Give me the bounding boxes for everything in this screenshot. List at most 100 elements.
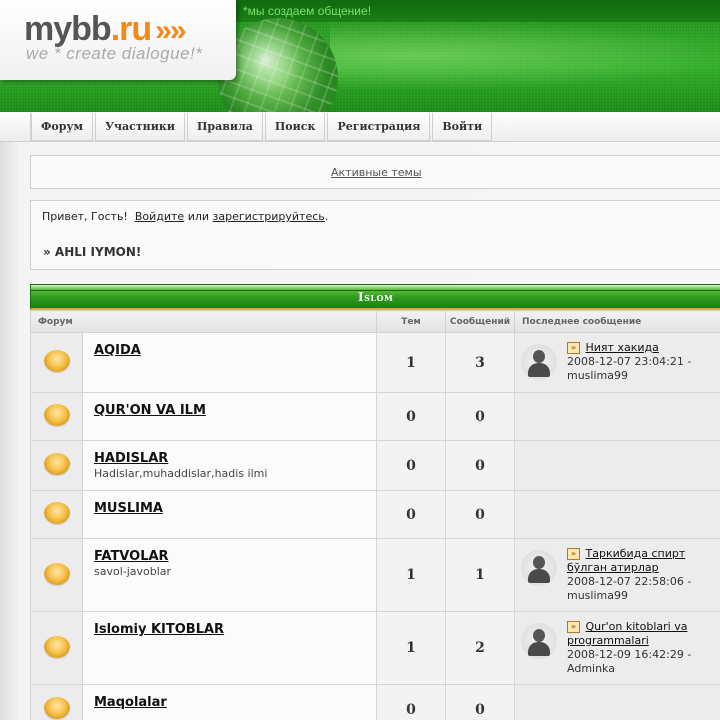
greeting-text: Привет, Гость! [42, 210, 128, 223]
last-post-cell: » Таркибида спирт бўлган атирлар 2008-12-… [514, 538, 720, 612]
last-post-link[interactable]: Таркибида спирт бўлган атирлар [567, 547, 685, 574]
board-title: » AHLI IYMON! [43, 245, 142, 259]
forum-description: savol-javoblar [94, 565, 172, 578]
posts-count: 0 [445, 684, 515, 720]
nav-search[interactable]: Поиск [264, 113, 326, 141]
last-post-cell: » Ният хакида 2008-12-07 23:04:21 - muslim… [514, 332, 720, 393]
topics-count: 1 [376, 611, 446, 685]
forum-status-icon [43, 697, 70, 719]
col-last-post: Последнее сообщение [514, 310, 720, 333]
category-title: Islom [358, 289, 394, 304]
last-post-cell [514, 490, 720, 539]
nav-forum[interactable]: Форум [31, 113, 94, 141]
active-topics-link[interactable]: Активные темы [331, 166, 422, 179]
forum-status-icon [43, 453, 70, 475]
forum-name-cell: HADISLAR Hadislar,muhaddislar,hadis ilmi [82, 440, 377, 491]
logo-tagline: we * create dialogue!* [26, 44, 203, 63]
col-forum: Форум [30, 310, 377, 333]
last-post-cell: » Qur'on kitoblari va programmalari 2008-… [514, 611, 720, 685]
category-header: Islom [30, 284, 720, 310]
forum-category: Islom Форум Тем Сообщений Последнее сооб… [30, 284, 720, 720]
forum-status-icon [43, 404, 70, 426]
last-post-cell [514, 440, 720, 491]
forum-row: MUSLIMA 0 0 [30, 490, 720, 539]
last-post-info: » Qur'on kitoblari va programmalari 2008-… [567, 620, 720, 676]
last-post-cell [514, 392, 720, 441]
go-to-post-icon[interactable]: » [567, 548, 580, 560]
forum-name-cell: MUSLIMA [82, 490, 377, 539]
welcome-box: Привет, Гость! Войдите или зарегистрируй… [30, 200, 720, 270]
last-post-author: Adminka [567, 662, 615, 675]
last-post-info: » Ният хакида 2008-12-07 23:04:21 - muslim… [567, 341, 691, 383]
forum-row: Islomiy KITOBLAR 1 2 » Qur'on kitoblari va … [30, 611, 720, 685]
site-header: *мы создаем общение! mybb.ru»» we * crea… [0, 0, 720, 112]
nav-rules[interactable]: Правила [187, 113, 263, 141]
last-post-cell [514, 684, 720, 720]
site-logo[interactable]: mybb.ru»» we * create dialogue!* [0, 0, 236, 80]
topics-count: 0 [376, 684, 446, 720]
forum-title-link[interactable]: MUSLIMA [94, 501, 163, 516]
avatar[interactable] [521, 550, 557, 586]
go-to-post-icon[interactable]: » [567, 621, 580, 633]
last-post-date: 2008-12-07 23:04:21 - [567, 355, 692, 368]
forum-title-link[interactable]: FATVOLAR [94, 549, 169, 564]
forum-status-icon [43, 350, 70, 372]
forum-row: Maqolalar 0 0 [30, 684, 720, 720]
forum-status-cell [30, 490, 83, 539]
nav-register[interactable]: Регистрация [327, 113, 431, 141]
forum-status-cell [30, 684, 83, 720]
globe-icon [218, 18, 338, 112]
last-post-info: » Таркибида спирт бўлган атирлар 2008-12-… [567, 547, 720, 603]
forum-status-icon [43, 502, 70, 524]
forum-row: QUR'ON VA ILM 0 0 [30, 392, 720, 441]
last-post-author: muslima99 [567, 369, 628, 382]
active-topics-box: Активные темы [30, 155, 720, 189]
last-post-date: 2008-12-09 16:42:29 - [567, 648, 692, 661]
topics-count: 1 [376, 538, 446, 612]
forum-table: Форум Тем Сообщений Последнее сообщение … [30, 310, 720, 720]
topics-count: 0 [376, 490, 446, 539]
topics-count: 1 [376, 332, 446, 393]
logo-arrows-icon: » [155, 14, 172, 47]
forum-row: FATVOLAR savol-javoblar 1 1» Таркибида спир… [30, 538, 720, 612]
site-slogan: *мы создаем общение! [243, 4, 372, 18]
nav-users[interactable]: Участники [95, 113, 185, 141]
forum-row: HADISLAR Hadislar,muhaddislar,hadis ilmi 0… [30, 440, 720, 491]
forum-title-link[interactable]: QUR'ON VA ILM [94, 403, 206, 418]
last-post-date: 2008-12-07 22:58:06 - [567, 575, 692, 588]
forum-name-cell: QUR'ON VA ILM [82, 392, 377, 441]
col-topics: Тем [376, 310, 446, 333]
posts-count: 0 [445, 490, 515, 539]
table-header-row: Форум Тем Сообщений Последнее сообщение [30, 310, 720, 333]
last-post-link[interactable]: Ният хакида [586, 341, 659, 354]
nav-login[interactable]: Войти [432, 113, 493, 141]
or-text: или [187, 210, 210, 223]
posts-count: 0 [445, 440, 515, 491]
last-post-link[interactable]: Qur'on kitoblari va programmalari [567, 620, 687, 647]
col-posts: Сообщений [445, 310, 515, 333]
forum-title-link[interactable]: Islomiy KITOBLAR [94, 622, 224, 637]
forum-status-cell [30, 538, 83, 612]
header-glow [330, 20, 720, 90]
go-to-post-icon[interactable]: » [567, 342, 580, 354]
register-link[interactable]: зарегистрируйтесь [213, 210, 325, 223]
forum-status-cell [30, 332, 83, 393]
forum-status-cell [30, 611, 83, 685]
forum-description: Hadislar,muhaddislar,hadis ilmi [94, 467, 268, 480]
forum-title-link[interactable]: HADISLAR [94, 451, 168, 466]
posts-count: 0 [445, 392, 515, 441]
forum-status-cell [30, 440, 83, 491]
avatar[interactable] [521, 623, 557, 659]
forum-name-cell: AQIDA [82, 332, 377, 393]
login-link[interactable]: Войдите [135, 210, 184, 223]
topics-count: 0 [376, 440, 446, 491]
forum-title-link[interactable]: Maqolalar [94, 695, 167, 710]
forum-name-cell: Maqolalar [82, 684, 377, 720]
forum-row: AQIDA 1 3 » Ният хакида 2008-12-07 23:04:21 … [30, 332, 720, 393]
posts-count: 2 [445, 611, 515, 685]
topics-count: 0 [376, 392, 446, 441]
last-post-author: muslima99 [567, 589, 628, 602]
avatar[interactable] [521, 344, 557, 380]
forum-title-link[interactable]: AQIDA [94, 343, 141, 358]
posts-count: 3 [445, 332, 515, 393]
